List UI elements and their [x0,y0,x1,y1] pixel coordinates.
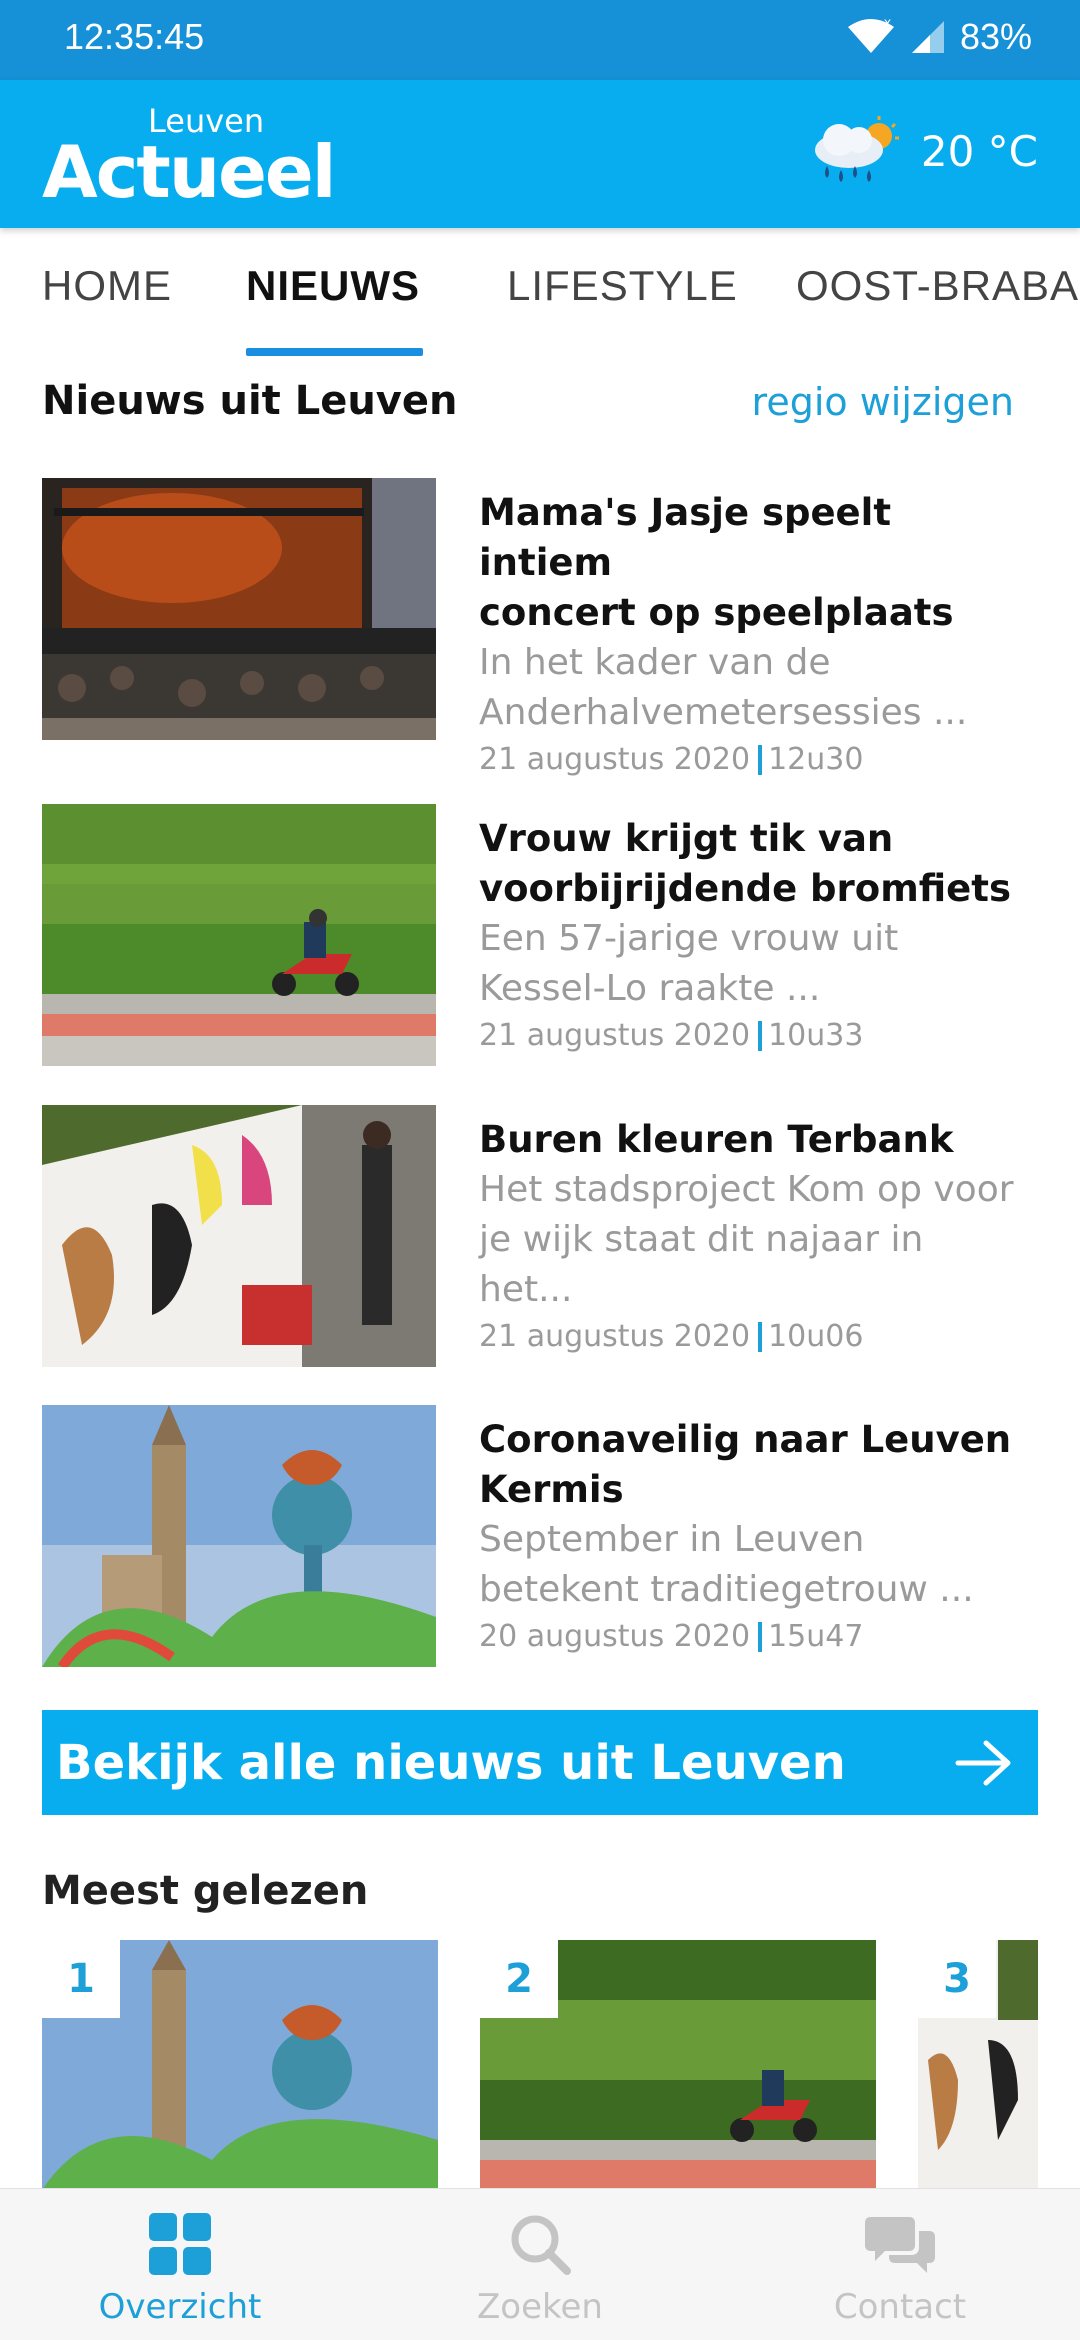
article-summary-line2: Anderhalvemetersessies ... [479,692,968,733]
section-title: Nieuws uit Leuven [42,378,458,424]
article-summary: Het stadsproject Kom op voor [479,1169,1014,1210]
article-time: 10u06 [768,1319,864,1354]
change-region-link[interactable]: regio wijzigen [752,380,1014,424]
grid-icon [149,2213,211,2275]
article-item[interactable]: Coronaveilig naar Leuven Kermis Septembe… [42,1405,1038,1667]
most-read-card[interactable]: 3 [918,1940,1038,2190]
battery-percent: 83% [959,16,1032,57]
article-title: Mama's Jasje speelt intiem [479,491,892,584]
article-thumbnail [42,478,436,740]
app-header: Leuven Actueel 20 °C [0,80,1080,228]
article-summary-line2: betekent traditiegetrouw ... [479,1569,974,1610]
article-meta: 21 augustus 2020 10u33 [479,1014,1019,1058]
category-tabs: HOME NIEUWS LIFESTYLE OOST-BRABANT [0,228,1080,358]
nav-label: Overzicht [98,2287,262,2327]
article-date: 21 augustus 2020 [479,1018,751,1053]
status-time: 12:35:45 [64,16,205,57]
wifi-icon: x [847,17,894,53]
article-title-line2: Kermis [479,1468,624,1511]
nav-zoeken[interactable]: Zoeken [420,2211,660,2327]
chat-icon [865,2217,935,2273]
search-icon [511,2215,571,2275]
meta-separator [758,745,763,775]
article-date: 21 augustus 2020 [479,1319,751,1354]
article-title-line2: voorbijrijdende bromfiets [479,867,1011,910]
temperature: 20 °C [920,126,1038,176]
article-summary-line2: Kessel-Lo raakte ... [479,968,821,1009]
article-thumbnail [42,804,436,1066]
article-summary: In het kader van de [479,642,831,683]
article-meta: 21 augustus 2020 10u06 [479,1315,1019,1359]
article-time: 10u33 [768,1018,864,1053]
article-time: 15u47 [768,1619,864,1654]
article-date: 21 augustus 2020 [479,742,751,777]
tab-home[interactable]: HOME [42,262,172,310]
rank-badge: 2 [480,1940,558,2018]
article-item[interactable]: Buren kleuren Terbank Het stadsproject K… [42,1105,1038,1367]
bottom-navigation: Overzicht Zoeken Contact [0,2188,1080,2340]
status-icons: x 83% [846,16,1032,58]
logo-wordmark: Actueel [42,130,336,214]
nav-label: Contact [833,2287,967,2327]
article-meta: 20 augustus 2020 15u47 [479,1615,1019,1659]
nav-label: Zoeken [477,2287,603,2327]
article-meta: 21 augustus 2020 12u30 [479,738,1019,782]
svg-text:x: x [884,17,891,30]
status-bar: 12:35:45 x 83% [0,0,1080,80]
article-thumbnail [42,1105,436,1367]
meta-separator [758,1622,763,1652]
rain-sun-cloud-icon [814,116,899,182]
view-all-news-label: Bekijk alle nieuws uit Leuven [56,1734,846,1791]
article-time: 12u30 [768,742,864,777]
article-title: Vrouw krijgt tik van [479,817,894,860]
article-date: 20 augustus 2020 [479,1619,751,1654]
nav-overzicht[interactable]: Overzicht [60,2211,300,2327]
tab-oost-brabant[interactable]: OOST-BRABANT [796,262,1080,310]
most-read-card[interactable]: 1 [42,1940,438,2190]
article-item[interactable]: Vrouw krijgt tik van voorbijrijdende bro… [42,804,1038,1066]
nav-contact[interactable]: Contact [780,2211,1020,2327]
article-title: Buren kleuren Terbank [479,1118,954,1161]
tab-lifestyle[interactable]: LIFESTYLE [507,262,738,310]
article-title: Coronaveilig naar Leuven [479,1418,1012,1461]
rank-badge: 3 [918,1940,996,2018]
article-summary: September in Leuven [479,1519,865,1560]
most-read-card[interactable]: 2 [480,1940,876,2190]
active-tab-indicator [246,348,423,356]
article-summary-line2: je wijk staat dit najaar in het... [479,1219,924,1310]
view-all-news-button[interactable]: Bekijk alle nieuws uit Leuven [42,1710,1038,1815]
most-read-title: Meest gelezen [42,1868,369,1914]
article-item[interactable]: Mama's Jasje speelt intiem concert op sp… [42,478,1038,777]
signal-icon [911,21,944,53]
article-summary: Een 57-jarige vrouw uit [479,918,899,959]
weather-widget[interactable]: 20 °C [805,114,1038,188]
meta-separator [758,1322,763,1352]
arrow-right-icon [955,1740,1011,1785]
article-title-line2: concert op speelplaats [479,591,954,634]
article-thumbnail [42,1405,436,1667]
rank-badge: 1 [42,1940,120,2018]
tab-nieuws[interactable]: NIEUWS [246,262,420,310]
meta-separator [758,1021,763,1051]
